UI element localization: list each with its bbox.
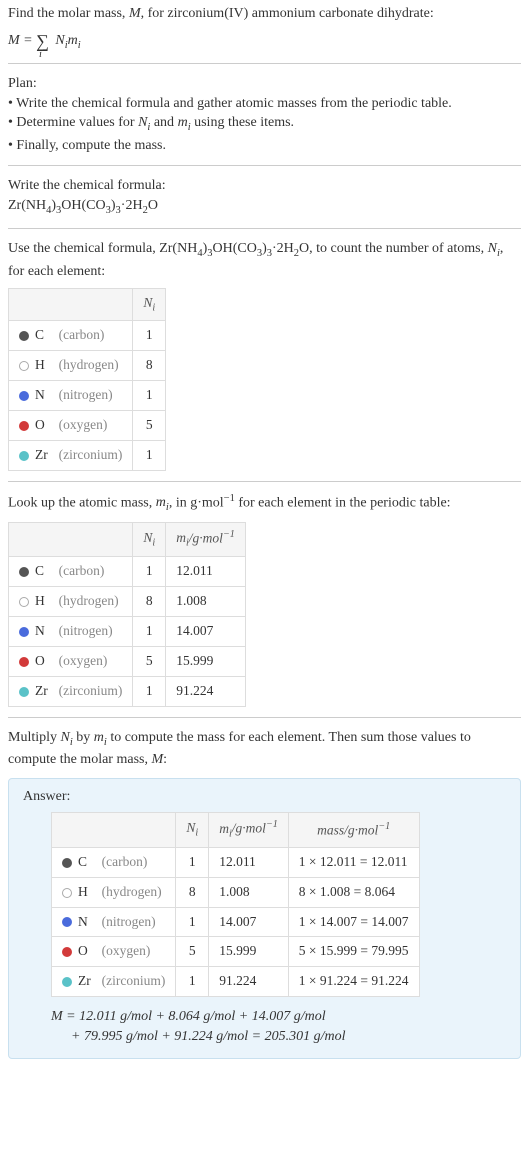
- atom-dot-icon: [62, 888, 72, 898]
- count-table: Ni C (carbon)1 H (hydrogen)8 N (nitrogen…: [8, 288, 166, 471]
- atom-dot-icon: [62, 917, 72, 927]
- atom-dot-icon: [19, 597, 29, 607]
- atom-dot-icon: [19, 391, 29, 401]
- chemical-formula: Zr(NH4)3OH(CO3)3·2H2O: [8, 196, 521, 218]
- table-row: N (nitrogen)114.007: [9, 617, 246, 647]
- plan-title: Plan:: [8, 74, 521, 94]
- table-row: H (hydrogen)81.0088 × 1.008 = 8.064: [52, 877, 420, 907]
- answer-box: Answer: Nimi/g·mol−1mass/g·mol−1 C (carb…: [8, 778, 521, 1060]
- intro-section: Find the molar mass, M, for zirconium(IV…: [8, 4, 521, 64]
- plan-section: Plan: • Write the chemical formula and g…: [8, 74, 521, 166]
- atom-dot-icon: [62, 947, 72, 957]
- table-row: H (hydrogen)8: [9, 351, 166, 381]
- atom-dot-icon: [62, 977, 72, 987]
- plan-item: • Determine values for Ni and mi using t…: [8, 113, 521, 135]
- intro-line: Find the molar mass, M, for zirconium(IV…: [8, 4, 521, 24]
- atom-dot-icon: [19, 687, 29, 697]
- mass-table: Nimi/g·mol−1 C (carbon)112.011 H (hydrog…: [8, 522, 246, 707]
- count-section: Use the chemical formula, Zr(NH4)3OH(CO3…: [8, 239, 521, 481]
- molar-mass-equation: M = ∑i Nimi: [8, 26, 521, 53]
- answer-table: Nimi/g·mol−1mass/g·mol−1 C (carbon)112.0…: [51, 812, 420, 997]
- table-row: O (oxygen)515.999: [9, 646, 246, 676]
- atom-dot-icon: [19, 657, 29, 667]
- table-row: Zr (zirconium)1: [9, 440, 166, 470]
- table-row: O (oxygen)515.9995 × 15.999 = 79.995: [52, 937, 420, 967]
- sum-line-2: + 79.995 g/mol + 91.224 g/mol = 205.301 …: [71, 1027, 506, 1047]
- atom-dot-icon: [19, 361, 29, 371]
- table-row: Zr (zirconium)191.224: [9, 676, 246, 706]
- sum-line-1: M = 12.011 g/mol + 8.064 g/mol + 14.007 …: [51, 1007, 506, 1027]
- chemical-formula-section: Write the chemical formula: Zr(NH4)3OH(C…: [8, 176, 521, 229]
- mass-text: Look up the atomic mass, mi, in g·mol−1 …: [8, 492, 521, 516]
- plan-item: • Finally, compute the mass.: [8, 136, 521, 156]
- atom-dot-icon: [19, 627, 29, 637]
- atom-dot-icon: [19, 331, 29, 341]
- atom-dot-icon: [19, 421, 29, 431]
- table-row: N (nitrogen)114.0071 × 14.007 = 14.007: [52, 907, 420, 937]
- table-row: N (nitrogen)1: [9, 381, 166, 411]
- answer-title: Answer:: [23, 787, 506, 807]
- table-row: C (carbon)1: [9, 321, 166, 351]
- formula-title: Write the chemical formula:: [8, 176, 521, 196]
- table-row: C (carbon)112.0111 × 12.011 = 12.011: [52, 847, 420, 877]
- table-row: Zr (zirconium)191.2241 × 91.224 = 91.224: [52, 967, 420, 997]
- plan-item: • Write the chemical formula and gather …: [8, 94, 521, 114]
- table-row: H (hydrogen)81.008: [9, 587, 246, 617]
- atom-dot-icon: [62, 858, 72, 868]
- count-text: Use the chemical formula, Zr(NH4)3OH(CO3…: [8, 239, 521, 281]
- table-row: O (oxygen)5: [9, 411, 166, 441]
- multiply-text: Multiply Ni by mi to compute the mass fo…: [8, 728, 521, 770]
- atom-dot-icon: [19, 567, 29, 577]
- atom-dot-icon: [19, 451, 29, 461]
- mass-section: Look up the atomic mass, mi, in g·mol−1 …: [8, 492, 521, 718]
- table-row: C (carbon)112.011: [9, 557, 246, 587]
